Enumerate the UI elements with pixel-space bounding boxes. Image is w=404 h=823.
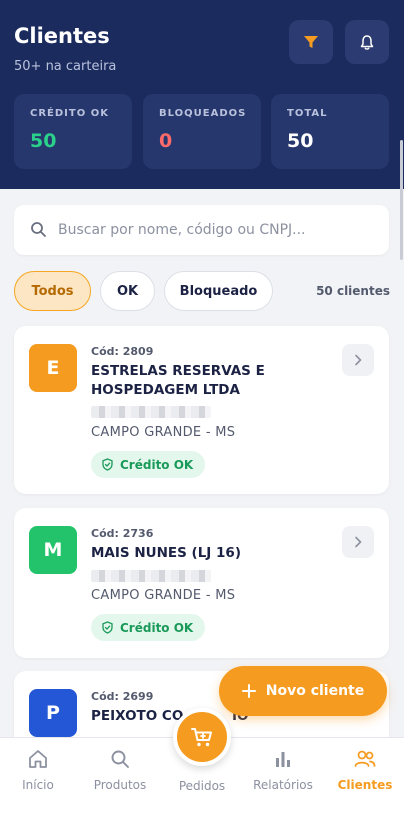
stat-label: CRÉDITO OK xyxy=(30,108,109,119)
search-icon xyxy=(111,750,129,768)
client-name: MAIS NUNES (LJ 16) xyxy=(91,545,241,561)
nav-item-relatorios[interactable]: Relatórios xyxy=(243,748,323,792)
open-client-button[interactable] xyxy=(342,344,374,376)
notifications-button[interactable] xyxy=(345,20,389,64)
stat-label: TOTAL xyxy=(287,108,328,119)
shield-check-icon xyxy=(102,458,113,471)
filter-button[interactable] xyxy=(289,20,333,64)
nav-item-produtos[interactable]: Produtos xyxy=(80,748,160,792)
page-subtitle: 50+ na carteira xyxy=(14,59,117,74)
filter-icon xyxy=(304,36,318,48)
nav-label: Pedidos xyxy=(178,779,226,793)
client-city: CAMPO GRANDE - MS xyxy=(91,425,236,440)
client-name: ESTRELAS RESERVAS E HOSPEDAGEM LTDA xyxy=(91,363,265,398)
scrollbar[interactable] xyxy=(400,140,403,260)
filter-chip-bloqueado[interactable]: Bloqueado xyxy=(164,271,273,311)
bar-chart-icon xyxy=(276,752,290,767)
nav-item-pedidos[interactable]: Pedidos xyxy=(162,779,242,793)
search-icon xyxy=(31,222,46,237)
stat-credit-ok: CRÉDITO OK 50 xyxy=(14,94,132,169)
client-code: Cód: 2736 xyxy=(91,527,154,540)
nav-label: Relatórios xyxy=(253,778,313,792)
client-city: CAMPO GRANDE - MS xyxy=(91,588,236,603)
stat-value: 0 xyxy=(159,130,173,152)
filter-chip-ok[interactable]: OK xyxy=(100,271,155,311)
stat-label: BLOQUEADOS xyxy=(159,108,247,119)
bell-icon xyxy=(360,34,374,50)
chevron-right-icon xyxy=(355,536,362,548)
status-badge: Crédito OK xyxy=(91,614,206,641)
status-badge: Crédito OK xyxy=(91,451,206,478)
client-count: 50 clientes xyxy=(316,284,390,298)
users-icon xyxy=(354,750,376,767)
stat-total: TOTAL 50 xyxy=(271,94,389,169)
search-input[interactable] xyxy=(58,217,376,243)
nav-label: Produtos xyxy=(93,778,147,792)
redacted-cnpj xyxy=(91,570,211,582)
stat-blocked: BLOQUEADOS 0 xyxy=(143,94,261,169)
nav-item-clientes[interactable]: Clientes xyxy=(325,748,404,792)
status-label: Crédito OK xyxy=(120,457,194,472)
client-card[interactable]: E Cód: 2809 ESTRELAS RESERVAS E HOSPEDAG… xyxy=(14,326,389,494)
nav-item-inicio[interactable]: Início xyxy=(0,748,78,792)
nav-label: Início xyxy=(22,778,54,792)
avatar: M xyxy=(29,526,77,574)
avatar: E xyxy=(29,344,77,392)
redacted-cnpj xyxy=(91,406,211,418)
new-client-label: Novo cliente xyxy=(265,683,365,699)
client-code: Cód: 2699 xyxy=(91,690,154,703)
open-client-button[interactable] xyxy=(342,526,374,558)
stat-value: 50 xyxy=(30,130,57,152)
new-client-button[interactable]: Novo cliente xyxy=(219,666,387,716)
page-title: Clientes xyxy=(14,24,110,48)
shield-check-icon xyxy=(102,621,113,634)
cart-button[interactable] xyxy=(173,708,231,766)
filter-chip-todos[interactable]: Todos xyxy=(14,271,91,311)
search-bar[interactable] xyxy=(14,205,389,255)
chevron-right-icon xyxy=(355,354,362,366)
nav-label: Clientes xyxy=(337,778,393,792)
client-card[interactable]: M Cód: 2736 MAIS NUNES (LJ 16) CAMPO GRA… xyxy=(14,508,389,658)
stat-value: 50 xyxy=(287,130,314,152)
plus-icon xyxy=(241,684,256,698)
cart-icon xyxy=(191,728,212,747)
app-header: Clientes 50+ na carteira CRÉDITO OK 50 B… xyxy=(0,0,404,189)
client-code: Cód: 2809 xyxy=(91,345,154,358)
home-icon xyxy=(29,750,47,768)
avatar: P xyxy=(29,689,77,737)
status-label: Crédito OK xyxy=(120,620,194,635)
